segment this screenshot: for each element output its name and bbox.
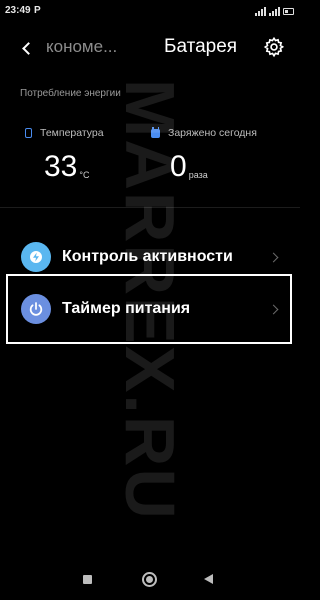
thermometer-icon [25,128,32,138]
temperature-value: 33 °C [44,152,89,182]
temperature-unit: °C [79,170,90,180]
section-label: Потребление энергии [20,88,121,99]
charged-today-unit: раза [188,170,208,180]
screen: 23:49 P кономе... Батарея Потребление эн… [0,0,300,600]
nav-back-button[interactable] [204,574,213,584]
signal-icon [269,7,280,16]
divider [0,207,300,208]
temperature-label-text: Температура [40,127,104,139]
charged-today-value: 0 раза [170,152,208,182]
highlight-box [6,274,292,344]
temperature-label: Температура [25,127,104,139]
signal-icon [255,7,266,16]
gear-icon[interactable] [263,36,285,58]
navigation-bar [0,562,300,600]
home-button[interactable] [142,572,157,587]
chevron-right-icon [268,252,279,262]
back-arrow-icon [21,41,35,55]
previous-screen-title: кономе... [46,37,118,56]
recents-button[interactable] [83,575,92,584]
temperature-number: 33 [44,150,78,183]
charged-today-label-text: Заряжено сегодня [168,127,257,139]
list-item-label: Контроль активности [62,248,233,265]
charged-today-label: Заряжено сегодня [151,126,257,139]
app-header: кономе... Батарея [0,28,300,68]
battery-icon [283,8,294,15]
carrier-icon: P [34,5,41,16]
page-title: Батарея [164,36,238,57]
back-button[interactable] [14,36,38,60]
status-bar: 23:49 P [0,0,300,22]
calendar-icon [151,126,160,138]
status-time: 23:49 [5,5,31,16]
status-icons [255,6,294,16]
charged-today-number: 0 [170,150,187,183]
bolt-icon [21,242,51,272]
